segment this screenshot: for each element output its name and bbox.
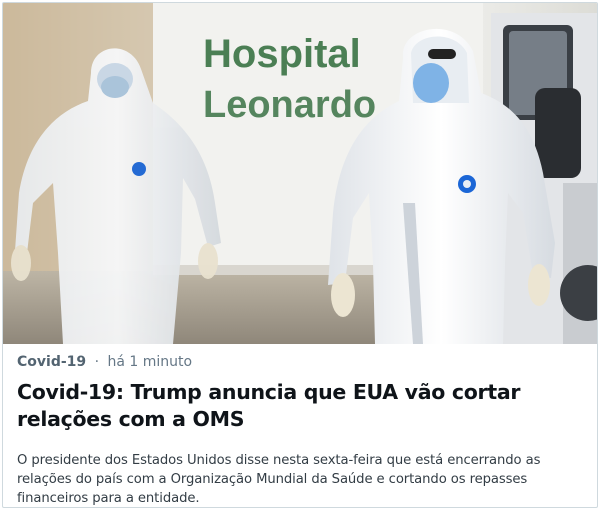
article-meta: Covid-19 · há 1 minuto — [17, 354, 192, 370]
article-summary: O presidente dos Estados Unidos disse ne… — [17, 453, 541, 506]
sign-text-name: Leonardo — [203, 84, 376, 126]
meta-separator: · — [94, 354, 100, 370]
news-card[interactable]: Hospital Leonardo Covid-19 · há 1 minuto… — [2, 2, 598, 508]
timestamp: há 1 minuto — [107, 354, 193, 370]
article-photo[interactable]: Hospital Leonardo — [3, 3, 597, 344]
sign-text-hospital: Hospital — [203, 32, 361, 76]
article-headline[interactable]: Covid-19: Trump anuncia que EUA vão cort… — [17, 379, 577, 433]
hospital-workers-image: Hospital Leonardo — [3, 3, 597, 344]
category-label[interactable]: Covid-19 — [17, 354, 86, 370]
